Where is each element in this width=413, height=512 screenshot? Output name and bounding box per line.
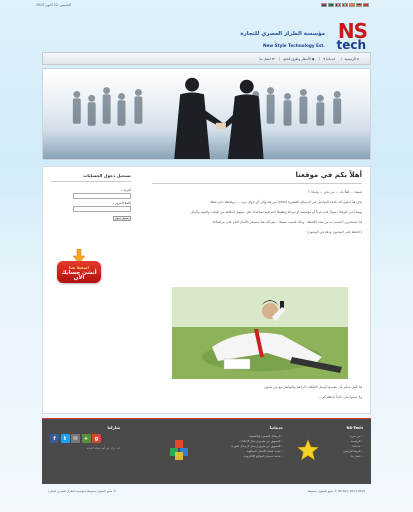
man-with-phone-photo: [172, 287, 348, 379]
copyright-left: © جميع الحقوق محفوظة لمؤسسة الطراز العصر…: [48, 489, 117, 493]
company-name-arabic: مؤسسة الطراز العصري للتجارة: [240, 31, 325, 37]
logo-tech-text: tech: [336, 38, 366, 52]
nav-item-services[interactable]: خدماتنا ▾: [319, 56, 338, 61]
mail-icon: ✉: [271, 56, 275, 61]
home-icon: ⌂: [356, 56, 359, 61]
nav-item-home[interactable]: ⌂ الرئيسية: [340, 56, 362, 61]
closing-section: إذا تأمل منكم بأن تتقدموا أوصل الخلقات ا…: [142, 385, 362, 405]
french-flag-icon[interactable]: [335, 3, 341, 7]
nav-item-contact[interactable]: ✉ اتصل بنا: [257, 57, 278, 61]
paragraph: ولا تنسوا نحن دائماً بانتظاركم ...: [318, 395, 362, 399]
business-people-silhouettes-image: [43, 77, 370, 159]
email-label: البريد :: [121, 188, 131, 192]
footer-services-title: خدماتنا: [269, 425, 283, 430]
cubes-icon: [170, 440, 188, 460]
star-icon: [297, 439, 319, 461]
register-banner[interactable]: اضغط هنا أنشئ حسابك الآن: [57, 249, 101, 293]
login-box: تسجيل دخول الحسابات البريد : كلمة المرور…: [51, 173, 131, 221]
footer-share-title: شاركنا: [107, 425, 120, 430]
hero-banner: [42, 68, 371, 160]
share-icon[interactable]: +: [81, 434, 91, 443]
copyright-right: NS-Tech 2013-2015 © جميع الحقوق محفوظة: [307, 489, 365, 493]
password-field[interactable]: [73, 206, 131, 212]
italian-flag-icon[interactable]: [342, 3, 348, 7]
social-icons: f t ✉ + g: [50, 434, 120, 443]
email-field[interactable]: [73, 193, 131, 199]
paragraph: ضيفنا ... أهلاً بك ... من نحن ... ولماذا…: [307, 189, 362, 194]
top-bar: الخميس، 12 أكتوبر 2015: [0, 0, 413, 10]
spanish-flag-icon[interactable]: [349, 3, 355, 7]
register-line-2: أنشئ حسابك الآن: [61, 269, 97, 281]
nav-item-prices[interactable]: ◆ الأسعار وطرق الدفع: [279, 56, 317, 61]
divider: [152, 183, 362, 184]
turkish-flag-icon[interactable]: [363, 3, 369, 7]
german-flag-icon[interactable]: [356, 3, 362, 7]
twitter-icon[interactable]: t: [60, 434, 70, 443]
create-account-button[interactable]: اضغط هنا أنشئ حسابك الآن: [57, 261, 101, 283]
login-button[interactable]: تسجيل دخول: [113, 216, 131, 221]
google-plus-icon[interactable]: g: [92, 434, 101, 443]
welcome-section: أهلاً بكم في موقعنا ضيفنا ... أهلاً بك .…: [152, 171, 362, 240]
paragraph: نحن هنا لنكون لك نافذة للتواصل عبر الرسا…: [210, 199, 362, 204]
nav-label: الرئيسية: [344, 56, 356, 61]
language-flags: [321, 3, 369, 7]
english-flag-icon[interactable]: [321, 3, 327, 7]
footer-brand-column: NS-Tech من نحن؟ الرئيسية خدماتنا الربط ا…: [297, 425, 363, 461]
company-name-english: New Style Technology Est.: [262, 43, 325, 48]
content-panel: أهلاً بكم في موقعنا ضيفنا ... أهلاً بك .…: [42, 166, 371, 414]
nav-label: خدماتنا: [326, 56, 336, 61]
welcome-title: أهلاً بكم في موقعنا: [295, 171, 362, 179]
paragraph: (حافظة على المحتوى ودقة في الوصول): [306, 229, 362, 234]
date-text: الخميس، 12 أكتوبر 2015: [36, 3, 71, 7]
paragraph: إذا تستتحرين أحسنت به من هذه اللحظة ، وذ…: [211, 219, 362, 224]
footer-share-column: شاركنا f t ✉ + g أنت تزائر في أهم شبكة ا…: [50, 425, 120, 450]
nav-label: اتصل بنا: [259, 56, 271, 61]
nav-label: الأسعار وطرق الدفع: [283, 56, 311, 61]
copyright-bar: NS-Tech 2013-2015 © جميع الحقوق محفوظة ©…: [42, 486, 371, 496]
login-title: تسجيل دخول الحسابات: [51, 173, 131, 182]
footer-services-column: خدماتنا الرسائل القصيرة والتطبيقية التسو…: [170, 425, 283, 460]
main-navigation: ⌂ الرئيسية خدماتنا ▾ ◆ الأسعار وطرق الدف…: [42, 52, 371, 65]
dropdown-icon: ▾: [323, 56, 326, 61]
password-label: كلمة المرور :: [112, 201, 131, 205]
facebook-icon[interactable]: f: [50, 434, 59, 443]
footer-link[interactable]: خدمة تسجيل المواقع الإلكترونية: [173, 454, 283, 459]
share-note: أنت تزائر في أهم شبكة النقدية: [86, 447, 120, 450]
email-icon[interactable]: ✉: [71, 434, 80, 443]
footer-brand-title: NS-Tech: [346, 425, 363, 430]
footer: NS-Tech من نحن؟ الرئيسية خدماتنا الربط ا…: [42, 418, 371, 484]
tag-icon: ◆: [311, 56, 315, 61]
paragraph: يهمنا أنتي حاولتك ،سواءً كنت فرداً أو مؤ…: [188, 209, 362, 214]
paragraph: إذا تأمل منكم بأن تتقدموا أوصل الخلقات ا…: [264, 385, 362, 389]
arabic-flag-icon[interactable]: [328, 3, 334, 7]
